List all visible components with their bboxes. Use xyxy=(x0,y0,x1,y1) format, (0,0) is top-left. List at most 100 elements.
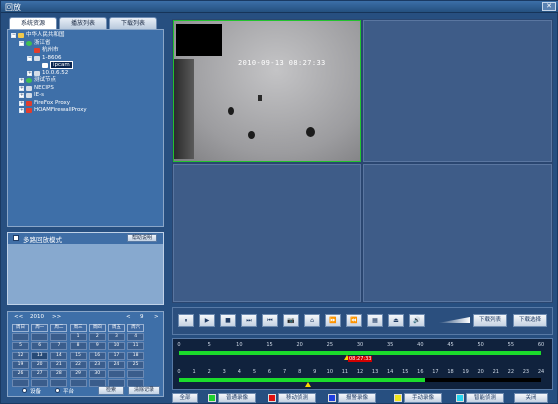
close-button[interactable]: ✕ xyxy=(542,2,556,11)
layout-button[interactable]: ▦ xyxy=(367,314,383,327)
tree-node[interactable]: + HOAMFirewallProxy xyxy=(11,107,160,115)
video-pane-1[interactable]: 2010-09-13 08:27:33 xyxy=(173,20,361,162)
tree-node[interactable]: + NECIPS xyxy=(11,85,160,93)
tree-node[interactable]: − 中华人民共和国 xyxy=(11,32,160,40)
expand-icon[interactable]: + xyxy=(19,108,24,114)
prev-frame-button[interactable]: ⏮ xyxy=(262,314,278,327)
expand-icon[interactable]: + xyxy=(19,93,24,99)
normal-record-button[interactable]: 普通录像 xyxy=(218,393,256,403)
calendar-day[interactable]: 6 xyxy=(31,342,49,351)
calendar-day[interactable]: 20 xyxy=(31,360,49,369)
next-year-button[interactable]: >> xyxy=(52,314,61,320)
calendar-day[interactable]: 10 xyxy=(107,342,125,351)
clear-records-button[interactable]: 清除记录 xyxy=(128,386,160,395)
tree-node[interactable]: + 测试节点 xyxy=(11,77,160,85)
prev-year-button[interactable]: << xyxy=(14,314,23,320)
calendar-day[interactable] xyxy=(127,369,145,378)
tree-node[interactable]: 杭州市 xyxy=(11,47,160,55)
download-select-button[interactable]: 下载选择 xyxy=(513,314,547,327)
tree-node[interactable]: +10.0.6.52 xyxy=(11,70,160,78)
download-list-button[interactable]: 下载列表 xyxy=(473,314,507,327)
calendar-day[interactable]: 18 xyxy=(127,351,145,360)
manual-record-button[interactable]: 手动录像 xyxy=(404,393,442,403)
prev-month-button[interactable]: < xyxy=(126,314,131,320)
volume-slider[interactable] xyxy=(438,317,470,323)
calendar-day[interactable] xyxy=(107,369,125,378)
calendar-day[interactable]: 9 xyxy=(88,342,106,351)
expand-icon[interactable]: + xyxy=(19,85,24,91)
calendar-day[interactable]: 14 xyxy=(50,351,68,360)
calendar-day[interactable]: 26 xyxy=(12,369,29,378)
calendar-day[interactable] xyxy=(12,333,29,342)
collapse-icon[interactable]: − xyxy=(27,55,32,61)
alarm-record-button[interactable]: 报警录像 xyxy=(338,393,376,403)
tab-download-list[interactable]: 下载列表 xyxy=(109,17,157,29)
next-month-button[interactable]: > xyxy=(154,314,159,320)
stop-button[interactable]: ■ xyxy=(220,314,236,327)
play-button[interactable]: ▶ xyxy=(199,314,215,327)
calendar-day[interactable] xyxy=(50,333,68,342)
calendar-day[interactable]: 27 xyxy=(31,369,49,378)
hour-position-marker[interactable] xyxy=(305,382,311,387)
smart-record-button[interactable]: 智能侦测 xyxy=(466,393,504,403)
expand-icon[interactable]: + xyxy=(19,78,24,84)
video-pane-3[interactable] xyxy=(173,164,361,302)
calendar-day[interactable] xyxy=(31,333,49,342)
calendar-day[interactable]: 22 xyxy=(69,360,87,369)
close-legend-button[interactable]: 关闭 xyxy=(514,393,548,403)
video-grid: 2010-09-13 08:27:33 xyxy=(172,19,553,303)
snapshot-button[interactable]: 📷 xyxy=(283,314,299,327)
minute-track[interactable] xyxy=(179,351,541,355)
multi-playback-checkbox[interactable] xyxy=(13,235,19,241)
help-button[interactable]: 帮助说明 xyxy=(127,234,157,242)
calendar-day[interactable]: 23 xyxy=(88,360,106,369)
calendar-day[interactable]: 12 xyxy=(12,351,29,360)
calendar-day[interactable]: 2 xyxy=(88,333,106,342)
slow-button[interactable]: ⏪ xyxy=(346,314,362,327)
calendar-day[interactable]: 25 xyxy=(127,360,145,369)
tree-node[interactable]: − 浙江省 xyxy=(11,40,160,48)
tab-playlist[interactable]: 播放列表 xyxy=(59,17,107,29)
timeline[interactable]: 0 5 10 15 20 25 30 35 40 45 50 55 60 08:27:33 012345… xyxy=(172,338,553,390)
platform-radio[interactable] xyxy=(55,388,60,393)
calendar-day[interactable]: 15 xyxy=(69,351,87,360)
collapse-icon[interactable]: − xyxy=(19,40,24,46)
hour-track[interactable] xyxy=(179,378,541,382)
video-pane-4[interactable] xyxy=(363,164,552,302)
tree-node[interactable]: + FireFox Proxy xyxy=(11,100,160,108)
calendar-day[interactable]: 7 xyxy=(50,342,68,351)
tab-system-resources[interactable]: 系统资源 xyxy=(9,17,57,29)
fast-forward-button[interactable]: ⏩ xyxy=(325,314,341,327)
home-button[interactable]: ⌂ xyxy=(304,314,320,327)
calendar-day[interactable]: 4 xyxy=(127,333,145,342)
calendar-day[interactable]: 8 xyxy=(69,342,87,351)
calendar-day[interactable]: 13 xyxy=(31,351,49,360)
video-pane-2[interactable] xyxy=(363,20,552,162)
tree-node[interactable]: − 1-8606 xyxy=(11,55,160,63)
calendar-day[interactable]: 29 xyxy=(69,369,87,378)
calendar-day[interactable]: 24 xyxy=(107,360,125,369)
calendar-day[interactable]: 3 xyxy=(107,333,125,342)
pause-button[interactable]: ⏸ xyxy=(178,314,194,327)
eject-button[interactable]: ⏏ xyxy=(388,314,404,327)
calendar-day[interactable]: 28 xyxy=(50,369,68,378)
next-frame-button[interactable]: ⏭ xyxy=(241,314,257,327)
tree-node[interactable]: + IE-s xyxy=(11,92,160,100)
calendar-day[interactable]: 1 xyxy=(69,333,87,342)
calendar-day[interactable]: 16 xyxy=(88,351,106,360)
search-button[interactable]: 检索 xyxy=(98,386,124,395)
calendar-day[interactable]: 5 xyxy=(12,342,29,351)
all-types-button[interactable]: 全部 xyxy=(172,393,198,403)
volume-button[interactable]: 🔊 xyxy=(409,314,425,327)
calendar-day[interactable]: 17 xyxy=(107,351,125,360)
device-radio[interactable] xyxy=(22,388,27,393)
expand-icon[interactable]: + xyxy=(27,70,32,76)
motion-record-button[interactable]: 移动侦测 xyxy=(278,393,316,403)
expand-icon[interactable]: + xyxy=(19,100,24,106)
collapse-icon[interactable]: − xyxy=(11,33,16,39)
calendar-day[interactable]: 19 xyxy=(12,360,29,369)
calendar-day[interactable]: 11 xyxy=(127,342,145,351)
calendar-day[interactable]: 21 xyxy=(50,360,68,369)
tree-node[interactable]: ipcam xyxy=(11,61,160,70)
calendar-day[interactable]: 30 xyxy=(88,369,106,378)
